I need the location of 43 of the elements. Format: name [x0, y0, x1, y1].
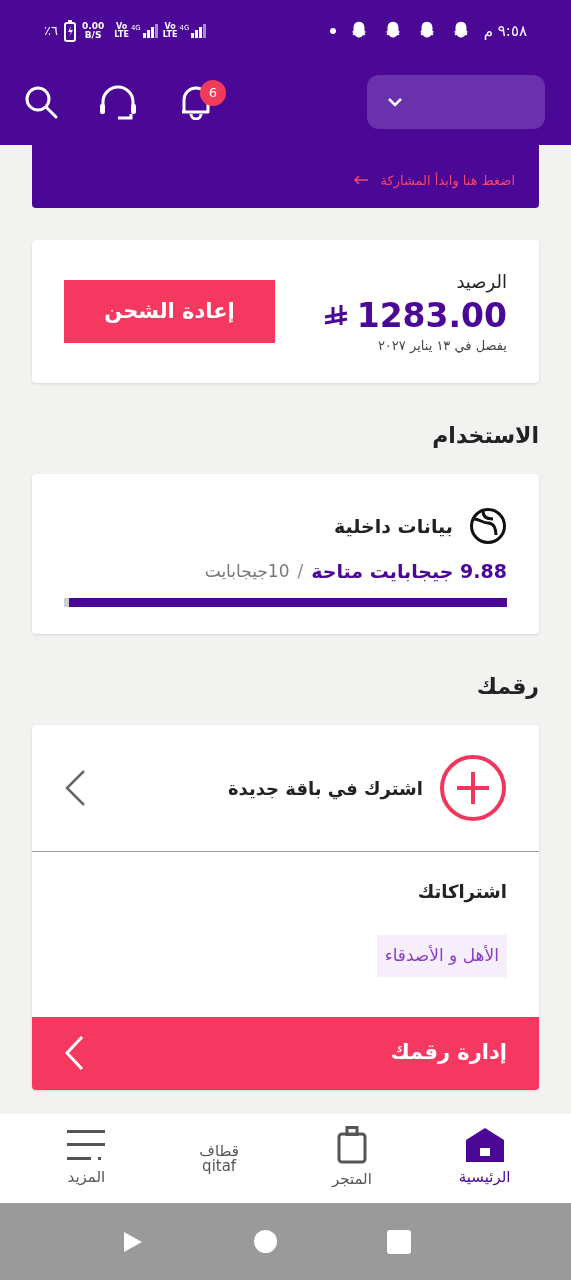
- balance-amount: 1283.00: [356, 294, 507, 336]
- search-icon[interactable]: [24, 84, 58, 119]
- headset-icon[interactable]: [98, 83, 138, 120]
- section-heading: الاستخدام: [431, 422, 539, 450]
- nav-tab[interactable]: المتجر: [285, 1114, 419, 1203]
- section-heading: رقمك: [475, 673, 539, 701]
- clock: ٩:٥٨ م: [483, 20, 527, 42]
- menu-icon: [67, 1128, 106, 1163]
- available-data: 9.88 جيجابايت متاحة: [311, 559, 507, 584]
- chevron-down-icon: [387, 96, 403, 107]
- volte-label: LTE: [114, 31, 129, 39]
- subscriptions-title: اشتراكاتك: [417, 880, 507, 905]
- speed-value: 0.00: [81, 22, 105, 31]
- subscription-tag: الأهل و الأصدقاء: [376, 935, 507, 977]
- battery-percent: ٪٦: [44, 22, 58, 41]
- usage-title: بيانات داخلية: [334, 513, 453, 539]
- nav-tab[interactable]: الرئيسية: [418, 1114, 551, 1203]
- notification-badge: 6: [200, 79, 226, 106]
- globe-icon: [469, 507, 507, 545]
- subscribe-label: اشترك في باقة جديدة: [227, 776, 423, 802]
- separator: /: [297, 559, 304, 583]
- chevron-left-icon: [64, 769, 86, 807]
- battery-icon: [63, 20, 76, 42]
- arrow-left-icon: [352, 175, 369, 186]
- account-selector[interactable]: [367, 74, 545, 129]
- volte-label: LTE: [162, 31, 178, 39]
- expiry-text: يفصل في ١٣ يناير ٢٠٢٧: [376, 336, 507, 355]
- chevron-left-icon: [64, 1035, 84, 1071]
- signal-icon: [142, 24, 159, 38]
- volte-label: Vo: [115, 23, 128, 31]
- manage-number-button[interactable]: إدارة رقمك: [32, 1016, 539, 1090]
- total-data: 10جيجابايت: [204, 559, 290, 583]
- home-icon: [465, 1128, 504, 1163]
- nav-tab[interactable]: المزيد: [20, 1114, 153, 1203]
- balance-label: الرصيد: [455, 269, 507, 295]
- plus-circle-icon: [439, 754, 507, 822]
- speed-unit: B/S: [84, 31, 102, 40]
- recharge-button[interactable]: إعادة الشحن: [64, 280, 275, 343]
- signal-icon: [191, 24, 208, 38]
- subscribe-row[interactable]: اشترك في باقة جديدة: [32, 725, 539, 852]
- volte-label: Vo: [164, 23, 176, 31]
- bag-icon: [336, 1126, 367, 1165]
- square-icon[interactable]: [387, 1229, 411, 1254]
